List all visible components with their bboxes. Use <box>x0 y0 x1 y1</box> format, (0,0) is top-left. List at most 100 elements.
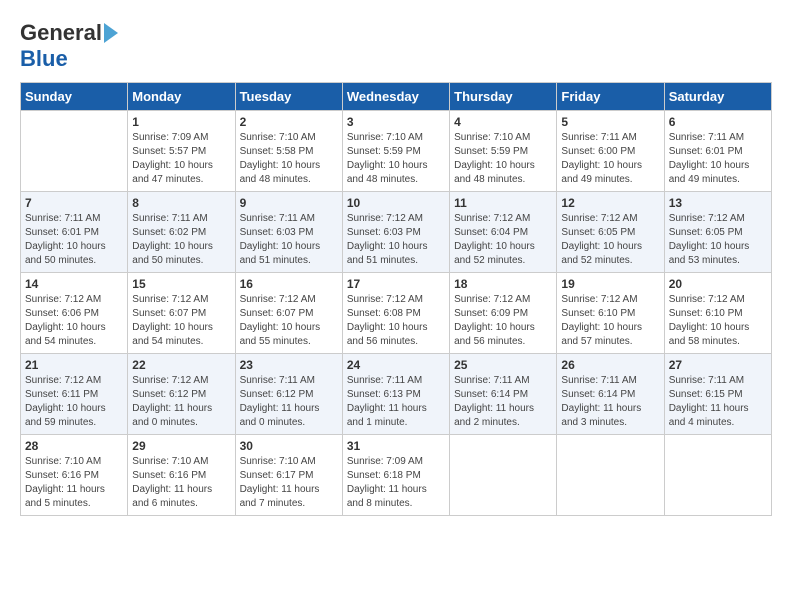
logo-general: General <box>20 20 102 46</box>
calendar-cell: 10 Sunrise: 7:12 AM Sunset: 6:03 PM Dayli… <box>342 192 449 273</box>
day-number: 24 <box>347 358 445 372</box>
calendar-cell: 28 Sunrise: 7:10 AM Sunset: 6:16 PM Dayli… <box>21 435 128 516</box>
calendar-cell: 22 Sunrise: 7:12 AM Sunset: 6:12 PM Dayli… <box>128 354 235 435</box>
calendar-header-saturday: Saturday <box>664 83 771 111</box>
day-number: 27 <box>669 358 767 372</box>
day-number: 20 <box>669 277 767 291</box>
calendar-cell <box>664 435 771 516</box>
calendar-cell: 17 Sunrise: 7:12 AM Sunset: 6:08 PM Dayli… <box>342 273 449 354</box>
calendar-cell: 18 Sunrise: 7:12 AM Sunset: 6:09 PM Dayli… <box>450 273 557 354</box>
calendar-cell: 31Sunrise: 7:09 AM Sunset: 6:18 PM Dayli… <box>342 435 449 516</box>
calendar-cell: 24Sunrise: 7:11 AM Sunset: 6:13 PM Dayli… <box>342 354 449 435</box>
day-info: Sunrise: 7:11 AM Sunset: 6:14 PM Dayligh… <box>561 374 659 430</box>
calendar-header-thursday: Thursday <box>450 83 557 111</box>
day-number: 31 <box>347 439 445 453</box>
day-info: Sunrise: 7:12 AM Sunset: 6:10 PM Dayligh… <box>669 293 767 349</box>
day-info: Sunrise: 7:12 AM Sunset: 6:03 PM Dayligh… <box>347 212 445 268</box>
day-info: Sunrise: 7:10 AM Sunset: 6:17 PM Dayligh… <box>240 455 338 511</box>
calendar-week-row: 21 Sunrise: 7:12 AM Sunset: 6:11 PM Dayli… <box>21 354 772 435</box>
day-info: Sunrise: 7:11 AM Sunset: 6:14 PM Dayligh… <box>454 374 552 430</box>
day-info: Sunrise: 7:12 AM Sunset: 6:10 PM Dayligh… <box>561 293 659 349</box>
calendar-cell: 14 Sunrise: 7:12 AM Sunset: 6:06 PM Dayli… <box>21 273 128 354</box>
day-number: 29 <box>132 439 230 453</box>
day-number: 21 <box>25 358 123 372</box>
day-number: 10 <box>347 196 445 210</box>
calendar-cell: 15Sunrise: 7:12 AM Sunset: 6:07 PM Dayli… <box>128 273 235 354</box>
calendar-cell: 7Sunrise: 7:11 AM Sunset: 6:01 PM Daylig… <box>21 192 128 273</box>
day-number: 11 <box>454 196 552 210</box>
day-number: 16 <box>240 277 338 291</box>
calendar-cell: 13 Sunrise: 7:12 AM Sunset: 6:05 PM Dayli… <box>664 192 771 273</box>
day-number: 25 <box>454 358 552 372</box>
day-number: 13 <box>669 196 767 210</box>
day-number: 17 <box>347 277 445 291</box>
calendar-cell: 27Sunrise: 7:11 AM Sunset: 6:15 PM Dayli… <box>664 354 771 435</box>
day-number: 8 <box>132 196 230 210</box>
day-number: 5 <box>561 115 659 129</box>
calendar-cell: 11Sunrise: 7:12 AM Sunset: 6:04 PM Dayli… <box>450 192 557 273</box>
day-info: Sunrise: 7:10 AM Sunset: 5:59 PM Dayligh… <box>347 131 445 187</box>
calendar-week-row: 28 Sunrise: 7:10 AM Sunset: 6:16 PM Dayli… <box>21 435 772 516</box>
day-number: 7 <box>25 196 123 210</box>
calendar-cell: 26 Sunrise: 7:11 AM Sunset: 6:14 PM Dayli… <box>557 354 664 435</box>
day-number: 1 <box>132 115 230 129</box>
day-number: 30 <box>240 439 338 453</box>
calendar-cell: 29Sunrise: 7:10 AM Sunset: 6:16 PM Dayli… <box>128 435 235 516</box>
day-info: Sunrise: 7:12 AM Sunset: 6:11 PM Dayligh… <box>25 374 123 430</box>
calendar-header-tuesday: Tuesday <box>235 83 342 111</box>
day-number: 12 <box>561 196 659 210</box>
day-number: 14 <box>25 277 123 291</box>
day-info: Sunrise: 7:10 AM Sunset: 6:16 PM Dayligh… <box>25 455 123 511</box>
calendar-cell: 16Sunrise: 7:12 AM Sunset: 6:07 PM Dayli… <box>235 273 342 354</box>
logo-arrow-icon <box>104 23 118 43</box>
calendar-cell: 1 Sunrise: 7:09 AM Sunset: 5:57 PM Daylig… <box>128 111 235 192</box>
day-info: Sunrise: 7:10 AM Sunset: 5:58 PM Dayligh… <box>240 131 338 187</box>
calendar-cell: 4Sunrise: 7:10 AM Sunset: 5:59 PM Daylig… <box>450 111 557 192</box>
calendar-week-row: 1 Sunrise: 7:09 AM Sunset: 5:57 PM Daylig… <box>21 111 772 192</box>
calendar-week-row: 14 Sunrise: 7:12 AM Sunset: 6:06 PM Dayli… <box>21 273 772 354</box>
calendar-cell: 30 Sunrise: 7:10 AM Sunset: 6:17 PM Dayli… <box>235 435 342 516</box>
day-number: 23 <box>240 358 338 372</box>
day-number: 3 <box>347 115 445 129</box>
day-number: 9 <box>240 196 338 210</box>
day-info: Sunrise: 7:12 AM Sunset: 6:05 PM Dayligh… <box>669 212 767 268</box>
day-info: Sunrise: 7:09 AM Sunset: 5:57 PM Dayligh… <box>132 131 230 187</box>
day-info: Sunrise: 7:12 AM Sunset: 6:08 PM Dayligh… <box>347 293 445 349</box>
day-info: Sunrise: 7:12 AM Sunset: 6:07 PM Dayligh… <box>132 293 230 349</box>
day-number: 18 <box>454 277 552 291</box>
day-info: Sunrise: 7:11 AM Sunset: 6:12 PM Dayligh… <box>240 374 338 430</box>
day-number: 22 <box>132 358 230 372</box>
calendar-header-wednesday: Wednesday <box>342 83 449 111</box>
calendar-body: 1 Sunrise: 7:09 AM Sunset: 5:57 PM Daylig… <box>21 111 772 516</box>
logo: General Blue <box>20 20 118 72</box>
day-number: 4 <box>454 115 552 129</box>
day-info: Sunrise: 7:12 AM Sunset: 6:05 PM Dayligh… <box>561 212 659 268</box>
day-info: Sunrise: 7:11 AM Sunset: 6:03 PM Dayligh… <box>240 212 338 268</box>
day-number: 19 <box>561 277 659 291</box>
calendar-cell: 20 Sunrise: 7:12 AM Sunset: 6:10 PM Dayli… <box>664 273 771 354</box>
day-number: 26 <box>561 358 659 372</box>
calendar-cell: 2Sunrise: 7:10 AM Sunset: 5:58 PM Daylig… <box>235 111 342 192</box>
calendar-table: SundayMondayTuesdayWednesdayThursdayFrid… <box>20 82 772 516</box>
calendar-cell: 3 Sunrise: 7:10 AM Sunset: 5:59 PM Daylig… <box>342 111 449 192</box>
logo-blue: Blue <box>20 46 68 72</box>
calendar-cell: 9 Sunrise: 7:11 AM Sunset: 6:03 PM Daylig… <box>235 192 342 273</box>
day-info: Sunrise: 7:12 AM Sunset: 6:06 PM Dayligh… <box>25 293 123 349</box>
calendar-cell: 6Sunrise: 7:11 AM Sunset: 6:01 PM Daylig… <box>664 111 771 192</box>
day-info: Sunrise: 7:11 AM Sunset: 6:01 PM Dayligh… <box>669 131 767 187</box>
day-number: 28 <box>25 439 123 453</box>
day-info: Sunrise: 7:11 AM Sunset: 6:00 PM Dayligh… <box>561 131 659 187</box>
day-info: Sunrise: 7:12 AM Sunset: 6:09 PM Dayligh… <box>454 293 552 349</box>
calendar-cell <box>557 435 664 516</box>
calendar-cell: 12 Sunrise: 7:12 AM Sunset: 6:05 PM Dayli… <box>557 192 664 273</box>
calendar-header-row: SundayMondayTuesdayWednesdayThursdayFrid… <box>21 83 772 111</box>
calendar-cell <box>21 111 128 192</box>
calendar-week-row: 7Sunrise: 7:11 AM Sunset: 6:01 PM Daylig… <box>21 192 772 273</box>
calendar-header-sunday: Sunday <box>21 83 128 111</box>
calendar-cell: 8Sunrise: 7:11 AM Sunset: 6:02 PM Daylig… <box>128 192 235 273</box>
calendar-cell: 25 Sunrise: 7:11 AM Sunset: 6:14 PM Dayli… <box>450 354 557 435</box>
calendar-header-friday: Friday <box>557 83 664 111</box>
calendar-cell: 21 Sunrise: 7:12 AM Sunset: 6:11 PM Dayli… <box>21 354 128 435</box>
day-info: Sunrise: 7:12 AM Sunset: 6:12 PM Dayligh… <box>132 374 230 430</box>
calendar-cell: 5 Sunrise: 7:11 AM Sunset: 6:00 PM Daylig… <box>557 111 664 192</box>
